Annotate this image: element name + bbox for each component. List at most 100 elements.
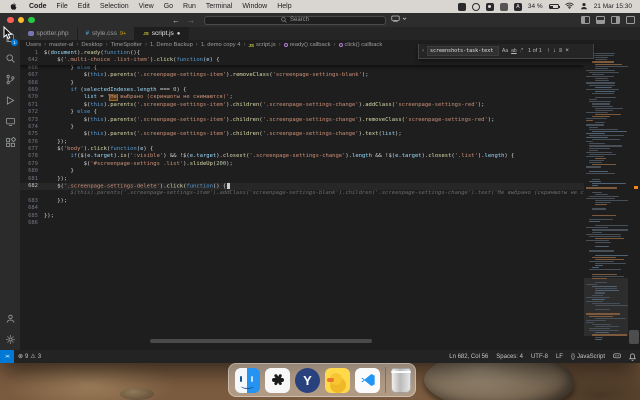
code-line-668[interactable]: 668 } <box>20 80 584 87</box>
next-match-icon[interactable]: ↓ <box>553 48 556 54</box>
find-input[interactable]: screenshots-task-text <box>427 46 499 56</box>
code-line-666[interactable]: 666 } else { <box>20 65 584 72</box>
user-menu-icon[interactable] <box>580 2 588 12</box>
navigate-back-icon[interactable]: ← <box>172 16 180 25</box>
navigate-forward-icon[interactable]: → <box>187 16 195 25</box>
finder-icon[interactable] <box>235 367 260 393</box>
notifications-bell-icon[interactable] <box>625 352 640 361</box>
sidebar-item-search[interactable] <box>0 48 20 69</box>
code-line-673[interactable]: 673 $(this).parents('.screenpage-setting… <box>20 117 584 124</box>
copilot-status-icon[interactable] <box>609 353 625 360</box>
find-in-selection-icon[interactable]: ≡ <box>559 48 563 54</box>
remote-indicator[interactable]: >< <box>0 350 14 363</box>
command-center-search[interactable]: Search <box>204 15 386 25</box>
breadcrumb-item[interactable]: 1. demo copy 4 <box>201 42 241 48</box>
sidebar-item-remote-explorer[interactable] <box>0 111 20 132</box>
code-line-667[interactable]: 667 $(this).parents('.screenpage-setting… <box>20 72 584 79</box>
menu-view[interactable]: View <box>134 3 159 10</box>
tab-spotter.php[interactable]: spotter.php <box>20 27 78 40</box>
code-line-672[interactable]: 672 } else { <box>20 109 584 116</box>
code-line-682[interactable]: 682 $('.screenpage-settings-delete').cli… <box>20 183 584 191</box>
tab-script.js[interactable]: JS script.js ● <box>135 27 190 40</box>
code-line-678[interactable]: 678 if($(e.target).is(':visible') && !$(… <box>20 153 584 160</box>
menu-edit[interactable]: Edit <box>73 3 95 10</box>
encoding-indicator[interactable]: UTF-8 <box>527 354 552 360</box>
eol-indicator[interactable]: LF <box>552 354 567 360</box>
sidebar-item-source-control[interactable] <box>0 69 20 90</box>
minimize-window-button[interactable] <box>17 16 24 24</box>
toggle-secondary-sidebar-icon[interactable] <box>611 15 620 24</box>
code-line-675[interactable]: 675 $(this).parents('.screenpage-setting… <box>20 131 584 138</box>
sidebar-item-run-debug[interactable] <box>0 90 20 111</box>
code-line-684[interactable]: 684 <box>20 205 584 212</box>
menubar-clock[interactable]: 21 Mar 15:30 <box>594 3 632 10</box>
horizontal-scrollbar[interactable] <box>150 339 372 343</box>
toggle-panel-icon[interactable] <box>596 15 605 24</box>
menu-terminal[interactable]: Terminal <box>201 3 237 10</box>
breadcrumb-item[interactable]: master-al <box>49 42 73 48</box>
breadcrumb-item[interactable]: Desktop <box>81 42 102 48</box>
whole-word-icon[interactable]: ab <box>511 48 517 54</box>
vscode-icon[interactable] <box>355 367 380 393</box>
modified-dot-icon[interactable]: ● <box>177 31 181 37</box>
indentation-indicator[interactable]: Spaces: 4 <box>492 354 527 360</box>
apple-menu-icon[interactable] <box>8 2 18 11</box>
accounts-button[interactable] <box>0 308 20 329</box>
menu-help[interactable]: Help <box>272 3 296 10</box>
code-line-679[interactable]: 679 $('#screenpage-settings .list').slid… <box>20 161 584 168</box>
vertical-scrollbar[interactable] <box>629 330 639 344</box>
breadcrumb-item[interactable]: 1. Demo Backup <box>150 42 193 48</box>
breadcrumb-item[interactable]: click() callback <box>338 42 382 48</box>
menu-file[interactable]: File <box>52 3 73 10</box>
menu-code[interactable]: Code <box>24 3 52 10</box>
cyberduck-icon[interactable] <box>325 367 350 393</box>
code-line-674[interactable]: 674 } <box>20 124 584 131</box>
status-menu-icon[interactable] <box>485 2 494 11</box>
match-case-icon[interactable]: Aa <box>502 48 508 54</box>
settings-button[interactable] <box>0 329 20 350</box>
cursor-position[interactable]: Ln 682, Col 56 <box>445 354 492 360</box>
code-line-680[interactable]: 680 } <box>20 168 584 175</box>
chatgpt-icon[interactable] <box>265 367 290 393</box>
menu-selection[interactable]: Selection <box>95 3 134 10</box>
trash-icon[interactable] <box>391 367 411 393</box>
code-editor[interactable]: 666 } else {667 $(this).parents('.screen… <box>20 50 584 346</box>
menu-run[interactable]: Run <box>178 3 201 10</box>
previous-match-icon[interactable]: ↑ <box>547 48 550 54</box>
copilot-menu[interactable] <box>391 15 407 23</box>
code-line-676[interactable]: 676 }); <box>20 139 584 146</box>
code-line-669[interactable]: 669 if (selectedIndexes.length === 0) { <box>20 87 584 94</box>
zoom-window-button[interactable] <box>28 16 35 24</box>
code-line-685[interactable]: 685}); <box>20 213 584 220</box>
close-find-icon[interactable]: × <box>565 48 569 54</box>
toggle-replace-icon[interactable]: › <box>422 48 424 54</box>
code-line-670[interactable]: 670 list = 'Не выбрано (скриншоты не сни… <box>20 94 584 102</box>
menu-go[interactable]: Go <box>159 3 178 10</box>
tab-style.css[interactable]: # style.css 9+ <box>77 27 136 40</box>
code-line-671[interactable]: 671 $(this).parents('.screenpage-setting… <box>20 102 584 109</box>
toggle-sidebar-icon[interactable] <box>581 15 590 24</box>
status-menu-icon[interactable] <box>499 2 508 11</box>
breadcrumb-item[interactable]: ready() callback <box>283 42 331 48</box>
menu-window[interactable]: Window <box>237 3 272 10</box>
problems-indicator[interactable]: ⊗ 9 ⚠ 3 <box>14 353 45 361</box>
code-line-681[interactable]: 681 }); <box>20 176 584 183</box>
breadcrumb-item[interactable]: TimeSpotter <box>111 42 142 48</box>
status-menu-icon[interactable] <box>457 2 466 11</box>
breadcrumb-item[interactable]: JS script.js <box>248 42 275 48</box>
close-window-button[interactable] <box>7 16 14 24</box>
regex-icon[interactable]: .* <box>520 48 523 54</box>
yandex-browser-icon[interactable]: Y <box>295 367 320 393</box>
customize-layout-icon[interactable] <box>626 15 635 24</box>
code-line-683[interactable]: 683 }); <box>20 198 584 205</box>
wifi-icon[interactable] <box>564 2 574 11</box>
minimap[interactable] <box>584 50 628 346</box>
breadcrumb-item[interactable]: Users <box>26 42 41 48</box>
code-line-677[interactable]: 677 $('body').click(function(e) { <box>20 146 584 153</box>
status-menu-icon[interactable] <box>471 2 480 11</box>
sidebar-item-extensions[interactable] <box>0 132 20 153</box>
inline-suggestion-line[interactable]: $(this).parents('.screenpage-settings-it… <box>20 190 584 197</box>
battery-percentage[interactable]: 34 % <box>528 3 543 10</box>
overview-ruler[interactable] <box>628 50 640 346</box>
language-indicator[interactable]: {} JavaScript <box>567 354 609 360</box>
